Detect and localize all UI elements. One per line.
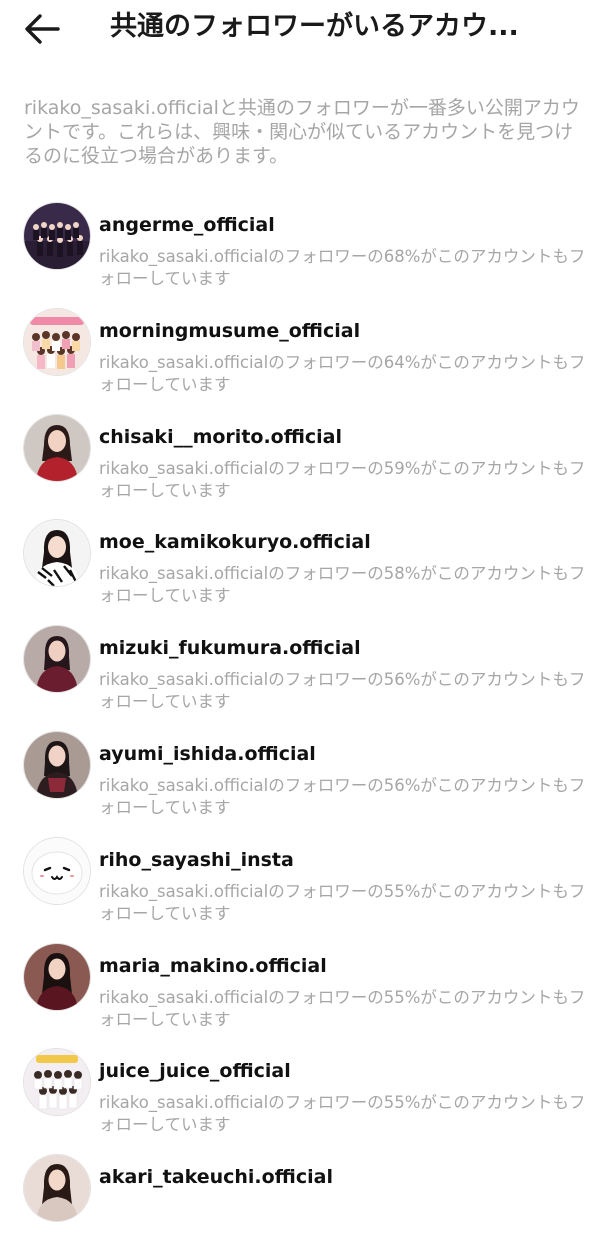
account-subtext: rikako_sasaki.officialのフォロワーの68%がこのアカウント… <box>99 247 586 288</box>
group-photo-avatar <box>24 1049 90 1116</box>
account-username[interactable]: akari_takeuchi.official <box>99 1164 333 1190</box>
account-username[interactable]: mizuki_fukumura.official <box>99 635 361 661</box>
group-photo-avatar <box>24 203 90 269</box>
account-row[interactable]: akari_takeuchi.official <box>0 1152 600 1258</box>
top-bar: 共通のフォロワーがいるアカウ... <box>0 0 600 58</box>
account-username[interactable]: morningmusume_official <box>99 318 360 344</box>
portrait-avatar <box>24 520 90 587</box>
account-username[interactable]: angerme_official <box>99 212 275 238</box>
account-row[interactable]: ayumi_ishida.official rikako_sasaki.offi… <box>0 729 600 835</box>
portrait-avatar <box>24 414 90 481</box>
portrait-avatar <box>24 1155 90 1222</box>
account-row[interactable]: morningmusume_official rikako_sasaki.off… <box>0 306 600 412</box>
smiley-drawing-avatar <box>24 837 90 904</box>
account-username[interactable]: maria_makino.official <box>99 953 327 979</box>
arrow-left-icon <box>25 14 60 44</box>
account-username[interactable]: juice_juice_official <box>99 1058 291 1084</box>
group-photo-avatar <box>24 308 90 375</box>
account-row[interactable]: riho_sayashi_insta rikako_sasaki.officia… <box>0 835 600 941</box>
account-row[interactable]: moe_kamikokuryo.official rikako_sasaki.o… <box>0 517 600 623</box>
back-button[interactable] <box>22 10 64 48</box>
account-subtext: rikako_sasaki.officialのフォロワーの56%がこのアカウント… <box>99 775 586 817</box>
account-avatar[interactable] <box>24 1049 90 1116</box>
account-row[interactable]: mizuki_fukumura.official rikako_sasaki.o… <box>0 623 600 729</box>
account-row[interactable]: juice_juice_official rikako_sasaki.offic… <box>0 1046 600 1152</box>
account-subtext: rikako_sasaki.officialのフォロワーの55%がこのアカウント… <box>99 1093 586 1135</box>
account-username[interactable]: riho_sayashi_insta <box>99 847 294 873</box>
account-subtext: rikako_sasaki.officialのフォロワーの55%がこのアカウント… <box>99 987 586 1029</box>
account-username[interactable]: moe_kamikokuryo.official <box>99 529 371 555</box>
account-subtext: rikako_sasaki.officialのフォロワーの55%がこのアカウント… <box>99 881 586 923</box>
account-avatar[interactable] <box>24 414 90 481</box>
account-avatar[interactable] <box>24 943 90 1010</box>
account-subtext: rikako_sasaki.officialのフォロワーの56%がこのアカウント… <box>99 670 586 712</box>
account-row[interactable]: chisaki__morito.official rikako_sasaki.o… <box>0 412 600 518</box>
account-list: angerme_official rikako_sasaki.officialの… <box>0 200 600 1258</box>
account-avatar[interactable] <box>24 837 90 904</box>
portrait-avatar <box>24 626 90 693</box>
account-avatar[interactable] <box>24 308 90 375</box>
account-row[interactable]: angerme_official rikako_sasaki.officialの… <box>0 200 600 306</box>
account-avatar[interactable] <box>24 626 90 693</box>
portrait-avatar <box>24 731 90 798</box>
account-avatar[interactable] <box>24 1155 90 1222</box>
account-subtext: rikako_sasaki.officialのフォロワーの59%がこのアカウント… <box>99 458 586 500</box>
page-description: rikako_sasaki.officialと共通のフォロワーが一番多い公開アカ… <box>24 97 580 167</box>
account-row[interactable]: maria_makino.official rikako_sasaki.offi… <box>0 941 600 1047</box>
account-username[interactable]: ayumi_ishida.official <box>99 741 316 767</box>
page-title: 共通のフォロワーがいるアカウ... <box>110 11 519 42</box>
account-username[interactable]: chisaki__morito.official <box>99 424 342 450</box>
account-avatar[interactable] <box>24 203 90 269</box>
account-avatar[interactable] <box>24 731 90 798</box>
account-avatar[interactable] <box>24 520 90 587</box>
account-subtext: rikako_sasaki.officialのフォロワーの58%がこのアカウント… <box>99 564 586 606</box>
portrait-avatar <box>24 943 90 1010</box>
account-subtext: rikako_sasaki.officialのフォロワーの64%がこのアカウント… <box>99 352 586 394</box>
